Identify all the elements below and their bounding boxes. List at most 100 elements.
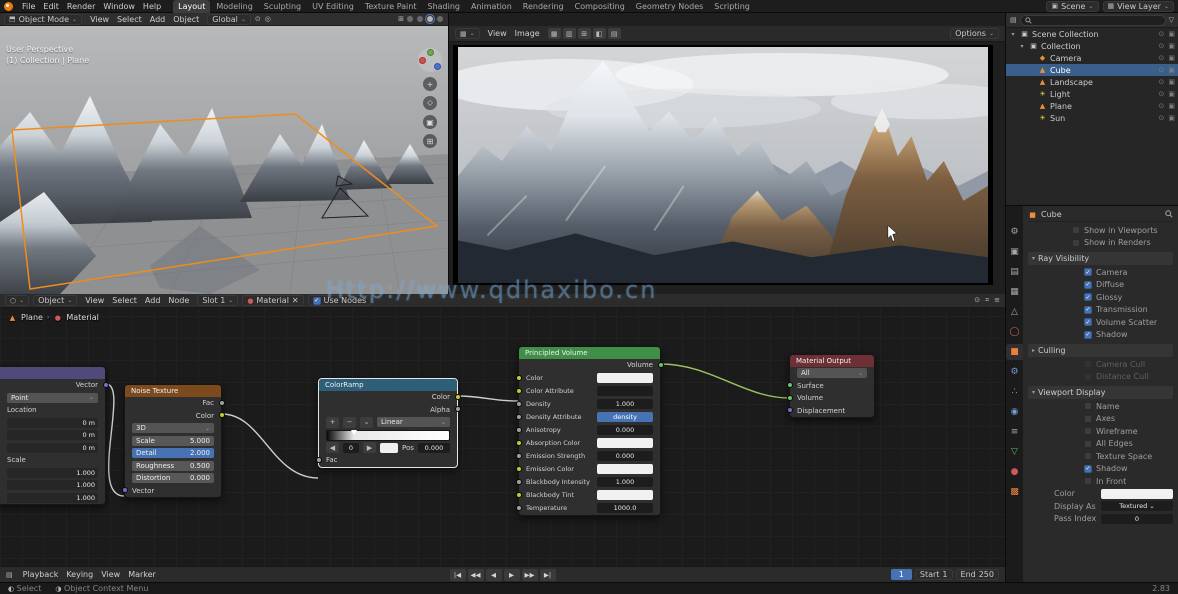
properties-tab-physics[interactable]: ◉ bbox=[1006, 404, 1023, 420]
properties-tab-modifiers[interactable]: ⚙ bbox=[1006, 364, 1023, 380]
checkbox-texture-space[interactable] bbox=[1084, 452, 1092, 460]
outliner-row-plane[interactable]: ▲Plane⊙▣ bbox=[1006, 100, 1178, 112]
render-toggle-1[interactable]: ▥ bbox=[563, 28, 576, 39]
outliner-row-landscape[interactable]: ▲Landscape⊙▣ bbox=[1006, 76, 1178, 88]
render-visibility-toggle[interactable]: ▣ bbox=[1168, 30, 1175, 38]
overlay-options-icon[interactable]: ≡ bbox=[994, 296, 1000, 305]
stop-index-field[interactable]: 0 bbox=[343, 443, 359, 453]
properties-tab-world[interactable]: ◯ bbox=[1006, 324, 1023, 340]
display-as-dropdown[interactable]: Textured ⌄ bbox=[1101, 501, 1173, 511]
stop-color-swatch[interactable] bbox=[380, 443, 398, 453]
proportional-edit-icon[interactable]: ◎ bbox=[265, 15, 271, 23]
noise-texture-node[interactable]: Noise Texture Fac Color 3D⌄ Scale5.000De… bbox=[124, 384, 222, 498]
noise-distortion-slider[interactable]: Distortion0.000 bbox=[132, 473, 214, 483]
blackbody-tint-input-socket[interactable] bbox=[516, 492, 522, 498]
ramp-specials-button[interactable]: ⌄ bbox=[360, 417, 373, 428]
solid-shading-button[interactable] bbox=[416, 15, 424, 23]
slot-dropdown[interactable]: Slot 1⌄ bbox=[197, 295, 238, 306]
render-menu-image[interactable]: Image bbox=[511, 29, 544, 38]
play-reverse-button[interactable]: ◀ bbox=[486, 569, 502, 581]
color-attribute-input-socket[interactable] bbox=[516, 388, 522, 394]
outliner-row-collection[interactable]: ▾▣Collection⊙▣ bbox=[1006, 40, 1178, 52]
workspace-tab-geometry-nodes[interactable]: Geometry Nodes bbox=[631, 0, 708, 13]
blender-logo-icon[interactable] bbox=[4, 2, 13, 11]
properties-tab-output[interactable]: ▤ bbox=[1006, 264, 1023, 280]
checkbox-diffuse[interactable]: ✓ bbox=[1084, 281, 1092, 289]
outliner-editor-icon[interactable]: ▤ bbox=[1010, 16, 1017, 24]
color-input-socket[interactable] bbox=[516, 375, 522, 381]
outliner-row-sun[interactable]: ☀Sun⊙▣ bbox=[1006, 112, 1178, 124]
mapping-scale-z-field[interactable]: 1.000 bbox=[7, 493, 98, 503]
current-frame-field[interactable]: 1 bbox=[891, 569, 912, 580]
navigation-gizmo[interactable] bbox=[418, 48, 442, 72]
render-toggle-0[interactable]: ▦ bbox=[548, 28, 561, 39]
properties-tab-particles[interactable]: ∴ bbox=[1006, 384, 1023, 400]
checkbox-shadow[interactable]: ✓ bbox=[1084, 465, 1092, 473]
density-field[interactable]: 1.000 bbox=[597, 399, 653, 409]
mode-dropdown[interactable]: ⬒Object Mode⌄ bbox=[4, 14, 82, 25]
mapping-location-y-field[interactable]: 0 m bbox=[7, 430, 98, 440]
render-visibility-toggle[interactable]: ▣ bbox=[1168, 78, 1175, 86]
timeline-menu-view[interactable]: View bbox=[97, 570, 124, 579]
remove-stop-button[interactable]: − bbox=[343, 417, 356, 428]
properties-tab-scene[interactable]: △ bbox=[1006, 304, 1023, 320]
hide-eye-toggle[interactable]: ⊙ bbox=[1159, 66, 1165, 74]
anisotropy-input-socket[interactable] bbox=[516, 427, 522, 433]
stop-position-field[interactable]: 0.000 bbox=[418, 443, 450, 453]
hide-eye-toggle[interactable]: ⊙ bbox=[1159, 114, 1165, 122]
section-viewport-display[interactable]: ▾Viewport Display bbox=[1028, 386, 1173, 399]
absorption-color-input-socket[interactable] bbox=[516, 440, 522, 446]
fac-output-socket[interactable] bbox=[219, 400, 225, 406]
timeline-menu-marker[interactable]: Marker bbox=[124, 570, 160, 579]
viewlayer-selector[interactable]: ▦View Layer⌄ bbox=[1103, 1, 1175, 12]
render-visibility-toggle[interactable]: ▣ bbox=[1168, 114, 1175, 122]
axis-z-dot[interactable] bbox=[434, 63, 441, 70]
properties-search-icon[interactable] bbox=[1165, 210, 1173, 220]
mapping-node[interactable]: Mapping Vector Point⌄ Location0 m0 m0 mS… bbox=[0, 366, 106, 505]
absorption-color-field[interactable] bbox=[597, 438, 653, 448]
pass-index-field[interactable]: 0 bbox=[1101, 514, 1173, 524]
render-visibility-toggle[interactable]: ▣ bbox=[1168, 102, 1175, 110]
next-keyframe-button[interactable]: ▶▶ bbox=[522, 569, 538, 581]
mapping-location-z-field[interactable]: 0 m bbox=[7, 443, 98, 453]
viewport-menu-add[interactable]: Add bbox=[146, 15, 170, 24]
section-culling[interactable]: ▸Culling bbox=[1028, 344, 1173, 357]
outliner-row-cube[interactable]: ▲Cube⊙▣ bbox=[1006, 64, 1178, 76]
use-nodes-toggle[interactable]: ✓Use Nodes bbox=[308, 295, 372, 306]
ramp-stop-marker[interactable] bbox=[351, 430, 357, 435]
blackbody-intensity-field[interactable]: 1.000 bbox=[597, 477, 653, 487]
properties-tab-object[interactable]: ■ bbox=[1006, 344, 1023, 360]
section-ray-visibility[interactable]: ▾Ray Visibility bbox=[1028, 252, 1173, 265]
noise-roughness-slider[interactable]: Roughness0.500 bbox=[132, 461, 214, 471]
vector-output-socket[interactable] bbox=[103, 382, 109, 388]
axis-y-dot[interactable] bbox=[427, 49, 434, 56]
camera-view-button[interactable]: ▣ bbox=[423, 115, 437, 129]
output-target-dropdown[interactable]: All⌄ bbox=[797, 368, 867, 378]
checkbox-axes[interactable] bbox=[1084, 415, 1092, 423]
pin-icon[interactable]: ⊙ bbox=[974, 296, 980, 305]
image-editor-type-dropdown[interactable]: ▦⌄ bbox=[455, 28, 480, 39]
render-visibility-toggle[interactable]: ▣ bbox=[1168, 42, 1175, 50]
volume-input-socket[interactable] bbox=[787, 395, 793, 401]
anisotropy-field[interactable]: 0.000 bbox=[597, 425, 653, 435]
properties-tab-render[interactable]: ▣ bbox=[1006, 244, 1023, 260]
render-visibility-toggle[interactable]: ▣ bbox=[1168, 54, 1175, 62]
menu-window[interactable]: Window bbox=[99, 2, 139, 11]
checkbox-volume-scatter[interactable]: ✓ bbox=[1084, 318, 1092, 326]
color-output-socket[interactable] bbox=[455, 394, 461, 400]
checkbox-camera-cull[interactable] bbox=[1084, 360, 1092, 368]
colorramp-node[interactable]: ColorRamp Color Alpha + − ⌄ Linear⌄ ◀ 0 … bbox=[318, 378, 458, 468]
checkbox-distance-cull[interactable] bbox=[1084, 373, 1092, 381]
next-stop-button[interactable]: ▶ bbox=[363, 442, 376, 453]
workspace-tab-sculpting[interactable]: Sculpting bbox=[259, 0, 306, 13]
menu-edit[interactable]: Edit bbox=[39, 2, 63, 11]
hide-eye-toggle[interactable]: ⊙ bbox=[1159, 78, 1165, 86]
add-stop-button[interactable]: + bbox=[326, 417, 339, 428]
properties-tab-view-layer[interactable]: ▦ bbox=[1006, 284, 1023, 300]
outliner-row-camera[interactable]: ◆Camera⊙▣ bbox=[1006, 52, 1178, 64]
use-nodes-checkbox[interactable]: ✓ bbox=[313, 297, 321, 305]
menu-file[interactable]: File bbox=[18, 2, 39, 11]
workspace-tab-animation[interactable]: Animation bbox=[466, 0, 517, 13]
outliner-row-scene-collection[interactable]: ▾▣Scene Collection⊙▣ bbox=[1006, 28, 1178, 40]
checkbox-transmission[interactable]: ✓ bbox=[1084, 306, 1092, 314]
